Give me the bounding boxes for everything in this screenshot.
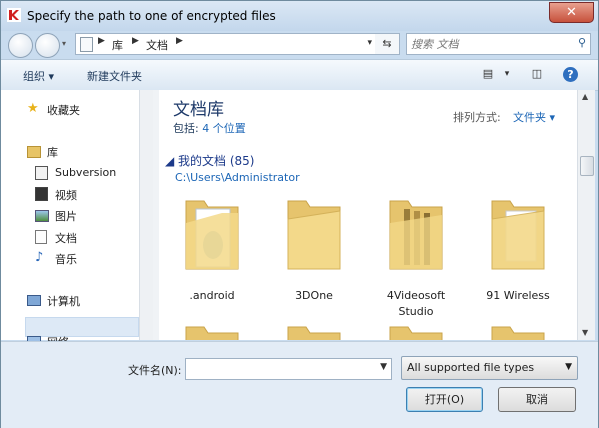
filetype-value: All supported file types [407, 361, 535, 374]
scroll-down-icon[interactable]: ▼ [582, 328, 588, 337]
breadcrumb-separator: ▶ [132, 36, 139, 46]
filename-input[interactable] [189, 361, 369, 377]
folder-icon [389, 326, 443, 340]
new-folder-button[interactable]: 新建文件夹 [87, 68, 142, 84]
nav-item-label: 图片 [55, 210, 77, 223]
title-bar: Specify the path to one of encrypted fil… [1, 1, 598, 31]
folder-name: .android [189, 289, 235, 302]
nav-libraries-label: 库 [47, 146, 58, 159]
nav-selection-highlight [25, 317, 139, 337]
scroll-up-icon[interactable]: ▲ [582, 92, 588, 101]
video-icon [35, 187, 48, 201]
dialog-footer: 文件名(N): ▼ All supported file types ▼ 打开(… [1, 341, 598, 428]
nav-favorites-label: 收藏夹 [47, 104, 80, 117]
nav-item-label: 音乐 [55, 253, 77, 266]
view-dropdown-icon[interactable]: ▾ [499, 66, 515, 82]
refresh-button[interactable]: ⇆ [375, 33, 400, 55]
library-includes: 包括: 4 个位置 [173, 120, 246, 136]
app-logo-icon [7, 8, 21, 22]
folder-icon [287, 200, 341, 270]
filename-dropdown-icon[interactable]: ▼ [380, 362, 387, 372]
scrollbar-thumb[interactable] [580, 156, 594, 176]
help-icon[interactable]: ? [563, 67, 578, 82]
command-toolbar: 组织 ▾ 新建文件夹 ▤ ▾ ◫ ? [1, 59, 598, 91]
back-button[interactable] [8, 33, 33, 58]
picture-icon [35, 210, 49, 222]
folder-item[interactable]: 3DOne [266, 193, 362, 313]
folder-with-document-icon [185, 200, 239, 270]
nav-item-label: 视频 [55, 189, 77, 202]
navigation-bar: ▾ ▶ 库 ▶ 文档 ▶ ▾ ⇆ ⚲ [1, 31, 598, 59]
library-includes-label: 包括: [173, 122, 199, 135]
forward-button[interactable] [35, 33, 60, 58]
library-title: 文档库 [173, 100, 224, 120]
cancel-button[interactable]: 取消 [498, 387, 576, 412]
folder-icon [287, 326, 341, 340]
address-dropdown-icon[interactable]: ▾ [367, 38, 372, 48]
folder-item-partial[interactable] [266, 319, 362, 340]
subversion-icon [35, 166, 48, 180]
folder-item[interactable]: 4Videosoft Studio [368, 193, 464, 318]
folder-with-files-icon [389, 200, 443, 270]
folder-name: 4Videosoft Studio [386, 289, 446, 318]
arrange-by-dropdown[interactable]: 文件夹 ▾ [513, 109, 555, 125]
nav-item-label: Subversion [55, 166, 117, 179]
library-icon [80, 37, 93, 52]
search-box[interactable]: ⚲ [406, 33, 591, 55]
breadcrumb-documents[interactable]: 文档 [146, 37, 168, 53]
breadcrumb-separator: ▶ [176, 36, 183, 46]
file-list-pane: 文档库 包括: 4 个位置 排列方式: 文件夹 ▾ ◢ 我的文档 (85) C:… [159, 90, 577, 340]
window-title: Specify the path to one of encrypted fil… [27, 9, 276, 23]
search-icon[interactable]: ⚲ [578, 36, 586, 49]
folder-name: 91 Wireless [486, 289, 550, 302]
preview-pane-icon[interactable]: ◫ [529, 66, 545, 82]
close-button[interactable]: ✕ [549, 2, 594, 23]
nav-item-label: 文档 [55, 232, 77, 245]
file-open-dialog: Specify the path to one of encrypted fil… [0, 0, 599, 428]
navigation-pane-scrollbar[interactable] [139, 90, 154, 340]
organize-menu[interactable]: 组织 ▾ [23, 68, 54, 84]
folder-item-partial[interactable] [470, 319, 566, 340]
folder-name: 3DOne [295, 289, 333, 302]
view-options-icon[interactable]: ▤ [480, 66, 496, 82]
filename-combobox[interactable]: ▼ [185, 358, 392, 380]
search-input[interactable] [411, 36, 561, 52]
folder-item-partial[interactable] [368, 319, 464, 340]
folder-icon [491, 326, 545, 340]
navigation-pane: ★ 收藏夹 库 Subversion 视频 图片 文档 ♪ 音乐 计算机 [1, 90, 151, 349]
folder-item-partial[interactable] [164, 319, 260, 340]
filetype-select[interactable]: All supported file types ▼ [401, 356, 578, 380]
arrange-by-label: 排列方式: [453, 111, 501, 124]
folder-item[interactable]: 91 Wireless [470, 193, 566, 313]
group-path-link[interactable]: C:\Users\Administrator [175, 171, 300, 184]
group-header[interactable]: ◢ 我的文档 (85) [165, 152, 255, 169]
document-icon [35, 230, 47, 244]
file-list-scrollbar[interactable]: ▲ ▼ [577, 90, 595, 340]
star-icon: ★ [27, 101, 39, 116]
address-bar[interactable]: ▶ 库 ▶ 文档 ▶ ▾ [75, 33, 377, 55]
breadcrumb-separator: ▶ [98, 36, 105, 46]
filename-label: 文件名(N): [128, 364, 182, 377]
folder-icon [185, 326, 239, 340]
folder-icon [491, 200, 545, 270]
folder-item[interactable]: .android [164, 193, 260, 313]
nav-computer-label: 计算机 [47, 295, 80, 308]
music-note-icon: ♪ [35, 250, 44, 265]
library-locations-link[interactable]: 4 个位置 [202, 122, 246, 135]
open-button[interactable]: 打开(O) [406, 387, 483, 412]
recent-pages-dropdown[interactable]: ▾ [62, 39, 66, 48]
filetype-dropdown-icon: ▼ [565, 362, 572, 372]
library-folder-icon [27, 146, 41, 158]
breadcrumb-libraries[interactable]: 库 [112, 37, 123, 53]
computer-icon [27, 295, 41, 306]
